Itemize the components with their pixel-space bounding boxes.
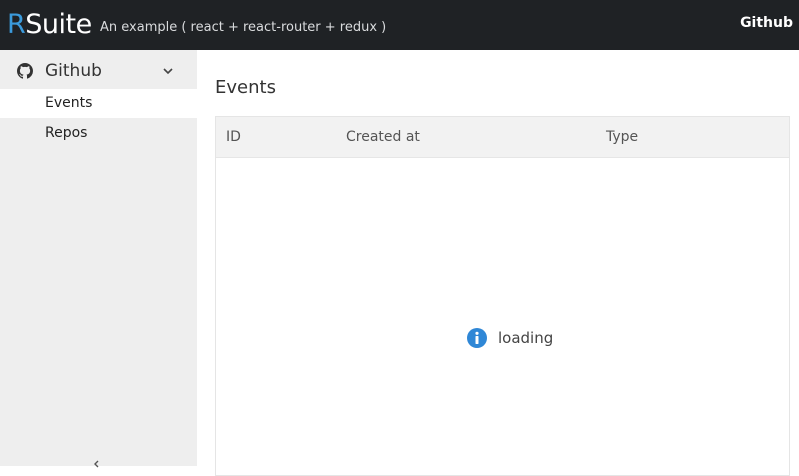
sidebar-group-label: Github [45,61,102,81]
sidebar-group-github[interactable]: Github [0,58,197,84]
page-title: Events [215,77,276,98]
sidebar-item-label: Repos [45,125,88,141]
sidebar: Github Events Repos [0,50,197,468]
sidebar-item-label: Events [45,95,93,111]
events-table: ID Created at Type loading [215,116,790,476]
app-subtitle: An example ( react + react-router + redu… [100,20,387,35]
table-header: ID Created at Type [216,117,789,158]
chevron-down-icon[interactable] [162,65,174,77]
sidebar-collapse-icon[interactable] [90,460,102,468]
github-icon [17,63,33,79]
app-logo[interactable]: RSuite [7,6,92,44]
loading-text: loading [498,329,554,347]
column-header-type[interactable]: Type [606,128,638,146]
top-navbar: RSuite An example ( react + react-router… [0,0,799,50]
info-icon [467,328,487,348]
column-header-id[interactable]: ID [226,128,241,146]
logo-text: Suite [25,9,92,40]
sidebar-item-repos[interactable]: Repos [0,119,197,148]
sidebar-item-events[interactable]: Events [0,89,197,118]
github-nav-link[interactable]: Github [740,13,793,33]
column-header-created-at[interactable]: Created at [346,128,420,146]
logo-letter-r: R [7,9,26,40]
